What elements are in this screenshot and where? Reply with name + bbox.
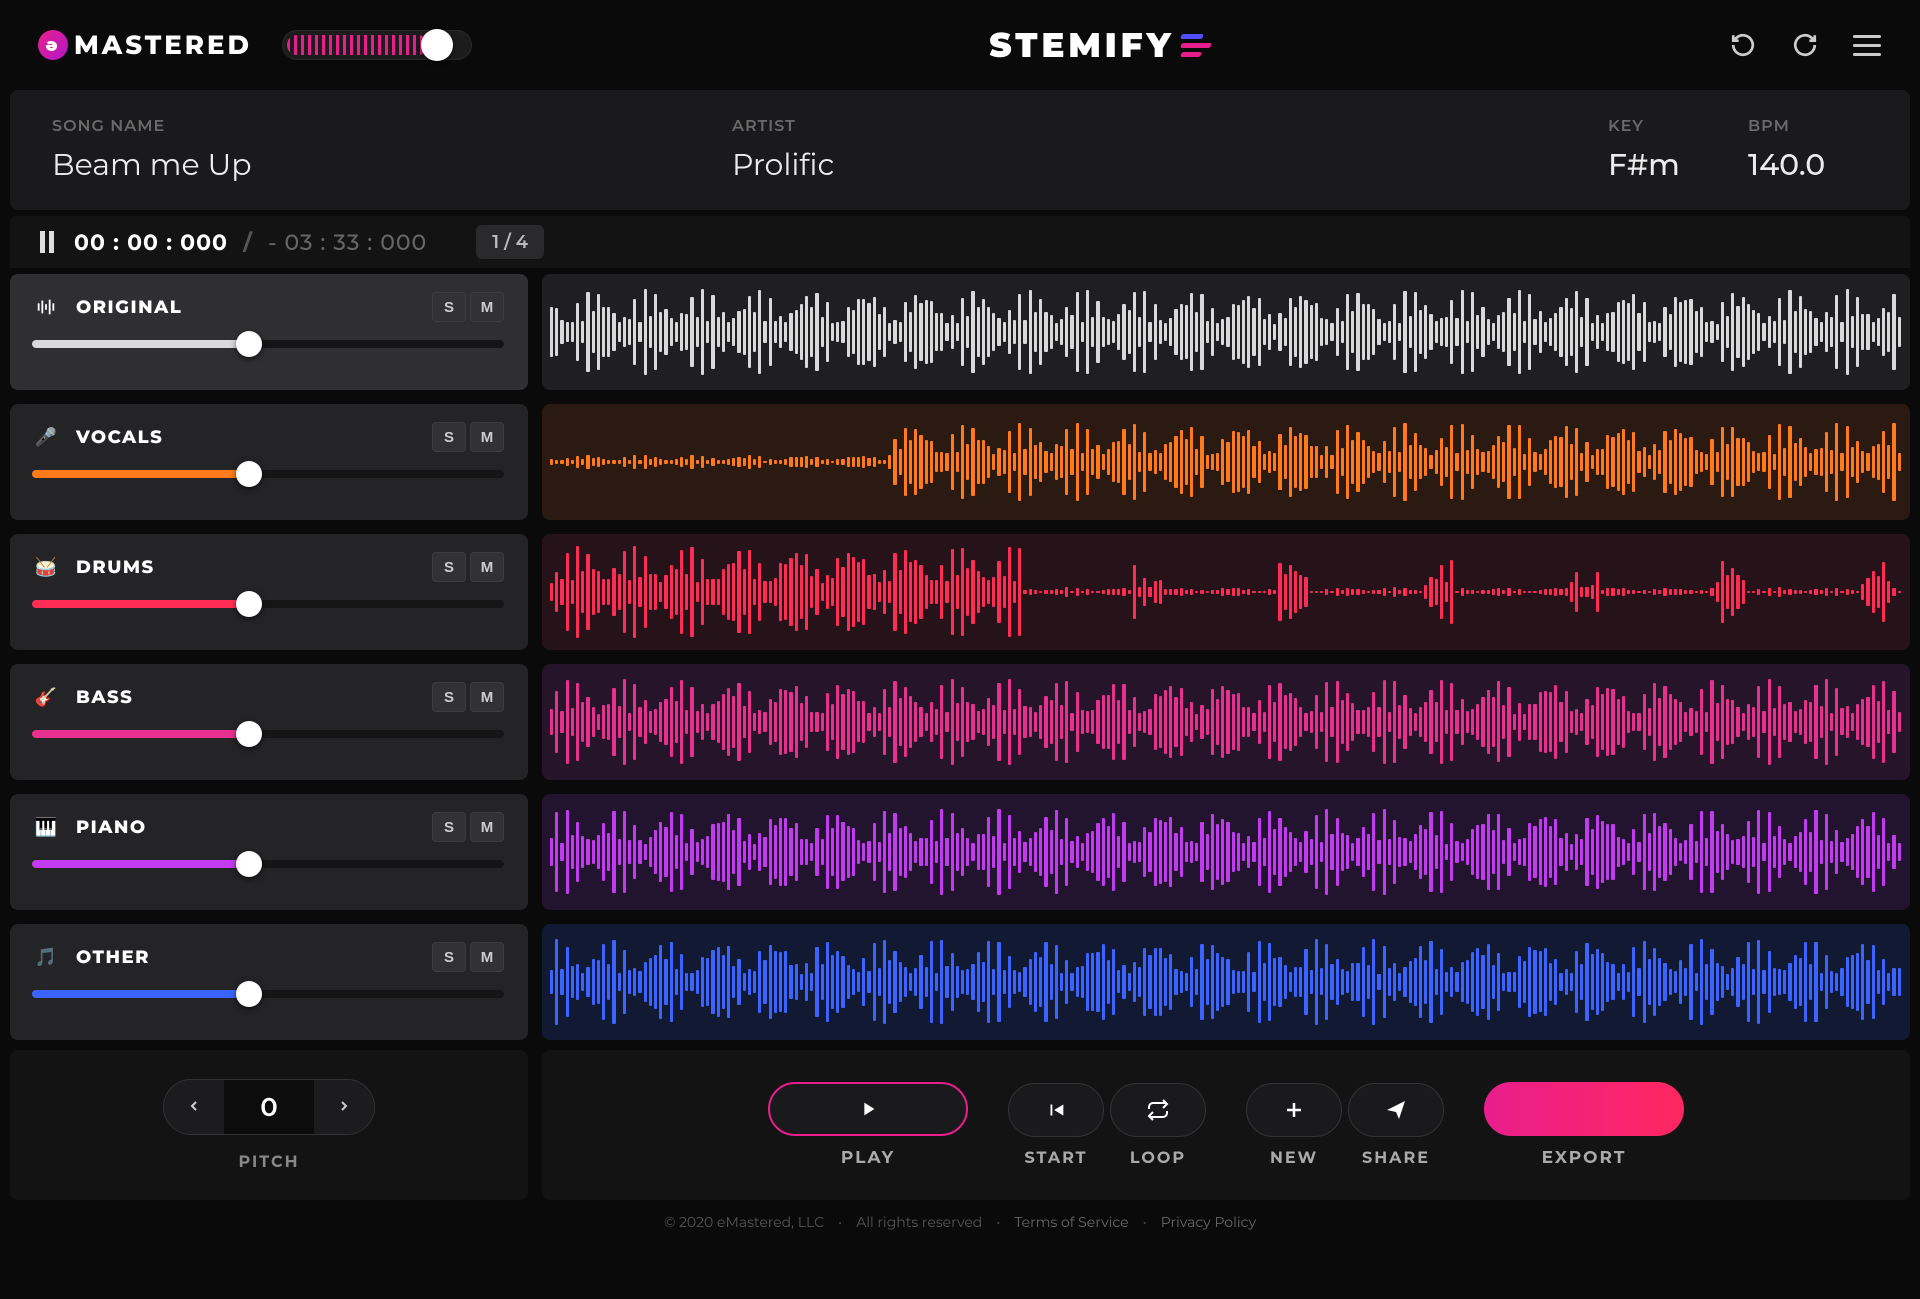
solo-button[interactable]: S bbox=[432, 942, 466, 972]
play-button[interactable] bbox=[768, 1082, 968, 1136]
track-volume-slider[interactable] bbox=[32, 990, 504, 998]
track-panel: ORIGINAL S M bbox=[10, 274, 528, 390]
track-icon: 🎸 bbox=[32, 683, 60, 711]
track-waveform[interactable] bbox=[542, 924, 1910, 1040]
play-label: PLAY bbox=[841, 1148, 895, 1168]
pitch-value: 0 bbox=[224, 1080, 314, 1134]
track-name: OTHER bbox=[76, 946, 150, 968]
time-total: - 03 : 33 : 000 bbox=[268, 229, 427, 256]
track-name: DRUMS bbox=[76, 556, 155, 578]
track-icon: 🥁 bbox=[32, 553, 60, 581]
solo-button[interactable]: S bbox=[432, 552, 466, 582]
emastered-logo: ə MASTERED bbox=[38, 29, 252, 61]
track-name: ORIGINAL bbox=[76, 296, 182, 318]
track-panel: 🥁 DRUMS S M bbox=[10, 534, 528, 650]
master-gain-slider[interactable] bbox=[282, 30, 472, 60]
stemify-logo: STEMIFY bbox=[989, 24, 1211, 66]
mute-button[interactable]: M bbox=[470, 942, 504, 972]
solo-button[interactable]: S bbox=[432, 812, 466, 842]
pitch-up-button[interactable] bbox=[314, 1080, 374, 1134]
bottom-controls: 0 PITCH PLAY bbox=[10, 1050, 1910, 1200]
menu-icon[interactable] bbox=[1852, 30, 1882, 60]
export-button[interactable] bbox=[1484, 1082, 1684, 1136]
share-button[interactable] bbox=[1348, 1083, 1444, 1137]
solo-button[interactable]: S bbox=[432, 422, 466, 452]
bpm-value: 140.0 bbox=[1748, 146, 1868, 183]
track-waveform[interactable] bbox=[542, 534, 1910, 650]
track-icon: 🎵 bbox=[32, 943, 60, 971]
key-value: F#m bbox=[1608, 146, 1748, 183]
track-volume-slider[interactable] bbox=[32, 470, 504, 478]
bpm-label: BPM bbox=[1748, 117, 1868, 136]
time-current: 00 : 00 : 000 bbox=[74, 229, 228, 256]
pitch-label: PITCH bbox=[238, 1153, 299, 1172]
tracks-area: ORIGINAL S M 🎤 VOCALS S M bbox=[10, 274, 1910, 1040]
footer: © 2020 eMastered, LLC • All rights reser… bbox=[0, 1200, 1920, 1244]
track-panel: 🎹 PIANO S M bbox=[10, 794, 528, 910]
track-volume-slider[interactable] bbox=[32, 600, 504, 608]
pitch-down-button[interactable] bbox=[164, 1080, 224, 1134]
track-panel: 🎵 OTHER S M bbox=[10, 924, 528, 1040]
stemify-bars-icon bbox=[1181, 34, 1211, 57]
solo-button[interactable]: S bbox=[432, 682, 466, 712]
artist-value: Prolific bbox=[732, 146, 1608, 183]
new-button[interactable] bbox=[1246, 1083, 1342, 1137]
zoom-level[interactable]: 1 / 4 bbox=[476, 225, 544, 259]
mute-button[interactable]: M bbox=[470, 422, 504, 452]
timecode: 00 : 00 : 000 / - 03 : 33 : 000 bbox=[74, 229, 427, 256]
key-label: KEY bbox=[1608, 117, 1748, 136]
track-name: VOCALS bbox=[76, 426, 163, 448]
start-label: START bbox=[1008, 1149, 1104, 1168]
undo-icon[interactable] bbox=[1728, 30, 1758, 60]
footer-rights: All rights reserved bbox=[856, 1213, 982, 1231]
export-label: EXPORT bbox=[1542, 1148, 1627, 1168]
track-name: BASS bbox=[76, 686, 133, 708]
app-header: ə MASTERED STEMIFY bbox=[0, 0, 1920, 90]
footer-terms-link[interactable]: Terms of Service bbox=[1014, 1213, 1128, 1231]
track-volume-slider[interactable] bbox=[32, 730, 504, 738]
start-button[interactable] bbox=[1008, 1083, 1104, 1137]
track-waveform[interactable] bbox=[542, 664, 1910, 780]
pause-icon[interactable] bbox=[40, 231, 54, 253]
mute-button[interactable]: M bbox=[470, 292, 504, 322]
redo-icon[interactable] bbox=[1790, 30, 1820, 60]
transport-panel: PLAY START LOOP bbox=[542, 1050, 1910, 1200]
timeline-header: 00 : 00 : 000 / - 03 : 33 : 000 1 / 4 11… bbox=[10, 216, 1910, 268]
track-volume-slider[interactable] bbox=[32, 340, 504, 348]
song-info-bar: SONG NAME Beam me Up ARTIST Prolific KEY… bbox=[10, 90, 1910, 210]
footer-copyright: © 2020 eMastered, LLC bbox=[664, 1213, 824, 1231]
mute-button[interactable]: M bbox=[470, 812, 504, 842]
footer-privacy-link[interactable]: Privacy Policy bbox=[1161, 1213, 1256, 1231]
share-label: SHARE bbox=[1348, 1149, 1444, 1168]
mute-button[interactable]: M bbox=[470, 682, 504, 712]
track-panel: 🎸 BASS S M bbox=[10, 664, 528, 780]
loop-button[interactable] bbox=[1110, 1083, 1206, 1137]
pitch-panel: 0 PITCH bbox=[10, 1050, 528, 1200]
track-icon: 🎤 bbox=[32, 423, 60, 451]
emastered-icon: ə bbox=[38, 30, 68, 60]
song-name-label: SONG NAME bbox=[52, 117, 732, 136]
track-waveform[interactable] bbox=[542, 794, 1910, 910]
mute-button[interactable]: M bbox=[470, 552, 504, 582]
track-name: PIANO bbox=[76, 816, 147, 838]
track-waveform[interactable] bbox=[542, 274, 1910, 390]
loop-label: LOOP bbox=[1110, 1149, 1206, 1168]
emastered-text: MASTERED bbox=[74, 29, 252, 61]
artist-label: ARTIST bbox=[732, 117, 1608, 136]
song-name-value: Beam me Up bbox=[52, 146, 732, 183]
track-icon bbox=[32, 293, 60, 321]
track-panel: 🎤 VOCALS S M bbox=[10, 404, 528, 520]
track-waveform[interactable] bbox=[542, 404, 1910, 520]
solo-button[interactable]: S bbox=[432, 292, 466, 322]
track-icon: 🎹 bbox=[32, 813, 60, 841]
track-volume-slider[interactable] bbox=[32, 860, 504, 868]
new-label: NEW bbox=[1246, 1149, 1342, 1168]
